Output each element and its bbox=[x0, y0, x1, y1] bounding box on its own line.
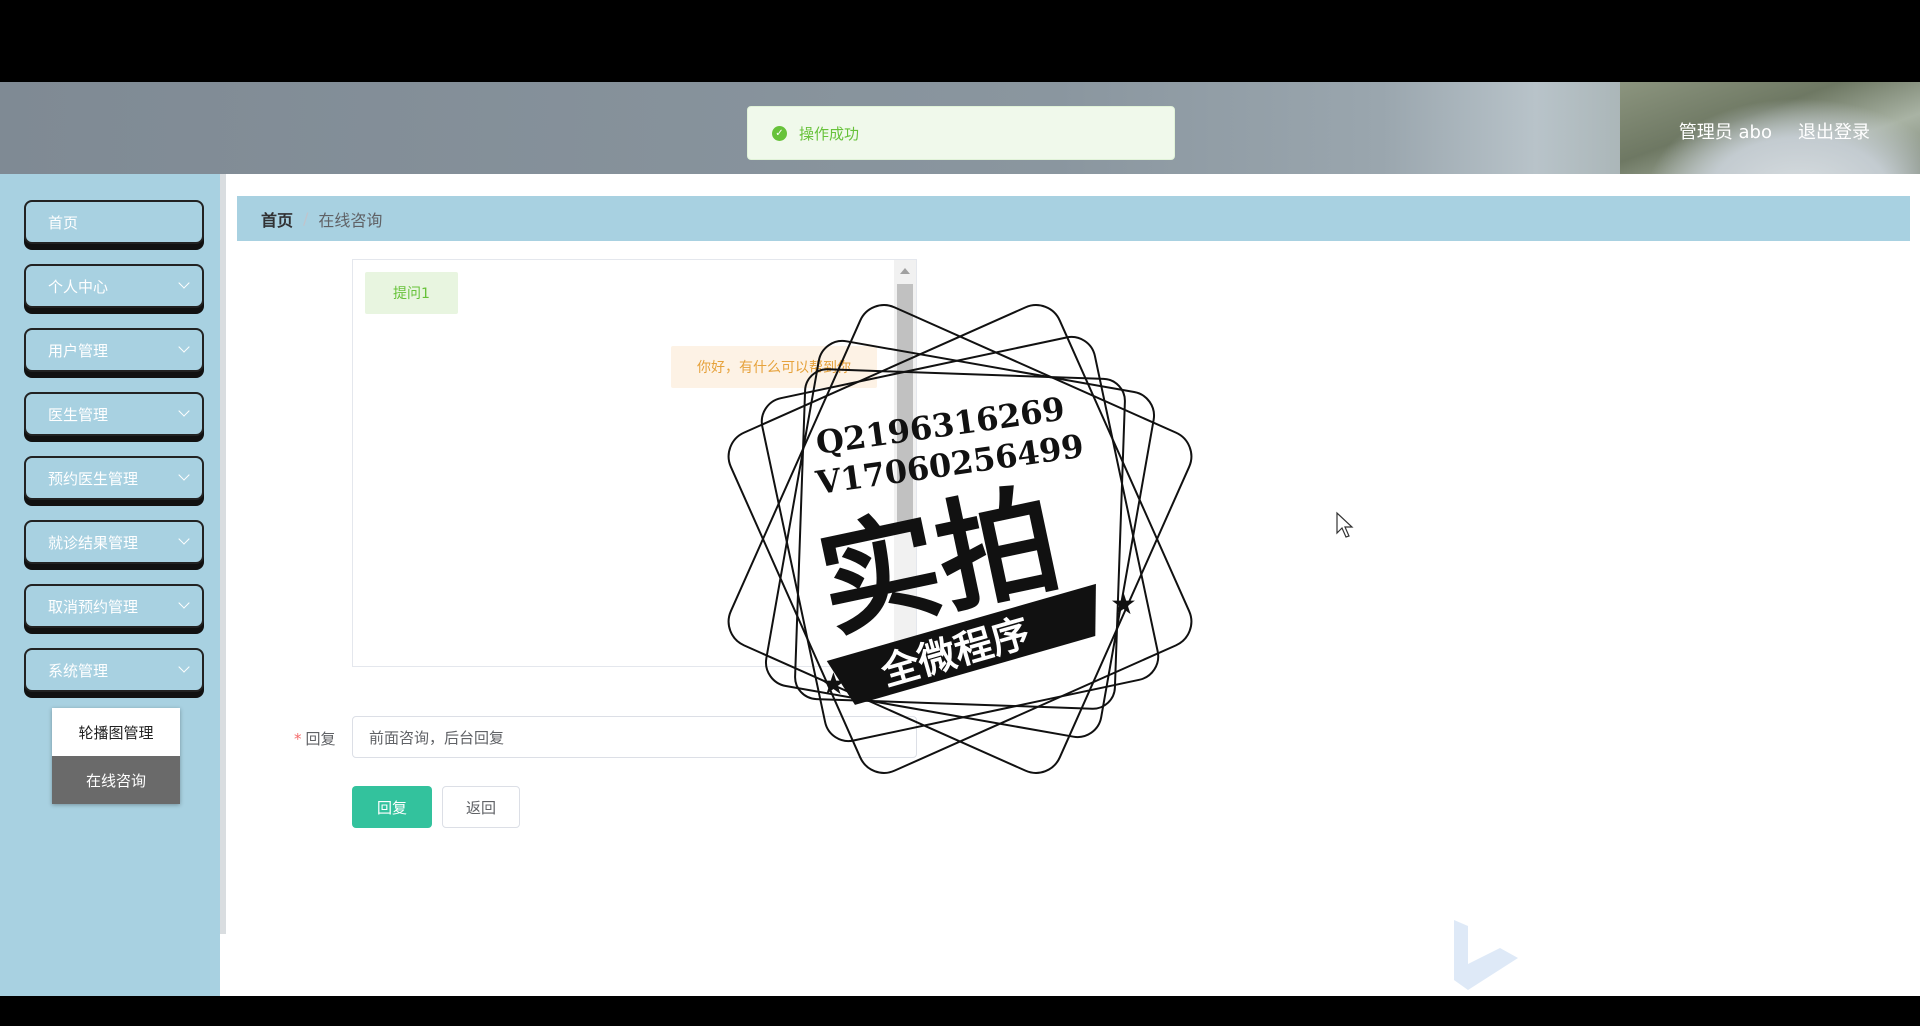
mouse-cursor-icon bbox=[1336, 511, 1354, 538]
current-user-label: 管理员 abo bbox=[1678, 122, 1772, 143]
sidebar-item-label: 预约医生管理 bbox=[48, 469, 139, 488]
chevron-down-icon bbox=[178, 469, 190, 481]
sidebar: 首页 个人中心 用户管理 医生管理 预约医生管理 就诊结果管理 取消预约管理 系… bbox=[0, 174, 220, 996]
logout-link[interactable]: 退出登录 bbox=[1798, 118, 1870, 144]
sidebar-item-label: 就诊结果管理 bbox=[48, 533, 139, 552]
chevron-down-icon bbox=[178, 661, 190, 673]
sidebar-item-result-management[interactable]: 就诊结果管理 bbox=[24, 520, 204, 564]
watermark-stamp: Q2196316269 V17060256499 实拍 全微程序 ★ ★ bbox=[727, 304, 1193, 774]
breadcrumb-separator: / bbox=[303, 209, 309, 228]
chevron-down-icon bbox=[178, 277, 190, 289]
question-bubble: 提问1 bbox=[365, 272, 458, 314]
sidebar-item-personal-center[interactable]: 个人中心 bbox=[24, 264, 204, 308]
check-circle-icon: ✓ bbox=[772, 125, 787, 141]
sidebar-item-appointment-management[interactable]: 预约医生管理 bbox=[24, 456, 204, 500]
star-icon: ★ bbox=[1110, 587, 1137, 622]
chevron-down-icon bbox=[178, 597, 190, 609]
breadcrumb-home[interactable]: 首页 bbox=[261, 207, 293, 231]
scroll-up-icon[interactable] bbox=[900, 268, 910, 274]
sidebar-item-cancel-management[interactable]: 取消预约管理 bbox=[24, 584, 204, 628]
toast-message: 操作成功 bbox=[799, 124, 860, 143]
star-icon: ★ bbox=[820, 667, 847, 702]
chevron-down-icon bbox=[178, 405, 190, 417]
success-toast: ✓ 操作成功 bbox=[747, 106, 1175, 160]
system-submenu: 轮播图管理 在线咨询 bbox=[52, 708, 180, 804]
submenu-item-online-consult[interactable]: 在线咨询 bbox=[52, 756, 180, 804]
submenu-item-carousel[interactable]: 轮播图管理 bbox=[52, 708, 180, 756]
breadcrumb: 首页 / 在线咨询 bbox=[237, 196, 1910, 241]
screen: 管理员 abo 退出登录 ✓ 操作成功 首页 个人中心 用户管理 医生管理 预约… bbox=[0, 0, 1920, 1026]
sidebar-item-label: 医生管理 bbox=[48, 405, 109, 424]
reply-button[interactable]: 回复 bbox=[352, 786, 432, 828]
sidebar-item-label: 首页 bbox=[48, 213, 79, 232]
chevron-down-icon bbox=[178, 341, 190, 353]
sidebar-item-label: 系统管理 bbox=[48, 661, 109, 680]
corner-logo-icon bbox=[1454, 920, 1518, 990]
breadcrumb-current: 在线咨询 bbox=[318, 210, 383, 230]
sidebar-item-home[interactable]: 首页 bbox=[24, 200, 204, 244]
sidebar-item-user-management[interactable]: 用户管理 bbox=[24, 328, 204, 372]
reply-label: * 回复 bbox=[294, 730, 336, 748]
sidebar-item-label: 取消预约管理 bbox=[48, 597, 139, 616]
sidebar-item-label: 用户管理 bbox=[48, 341, 109, 360]
sidebar-item-system-management[interactable]: 系统管理 bbox=[24, 648, 204, 692]
back-button[interactable]: 返回 bbox=[442, 786, 520, 828]
chevron-down-icon bbox=[178, 533, 190, 545]
sidebar-item-doctor-management[interactable]: 医生管理 bbox=[24, 392, 204, 436]
sidebar-item-label: 个人中心 bbox=[48, 277, 109, 296]
